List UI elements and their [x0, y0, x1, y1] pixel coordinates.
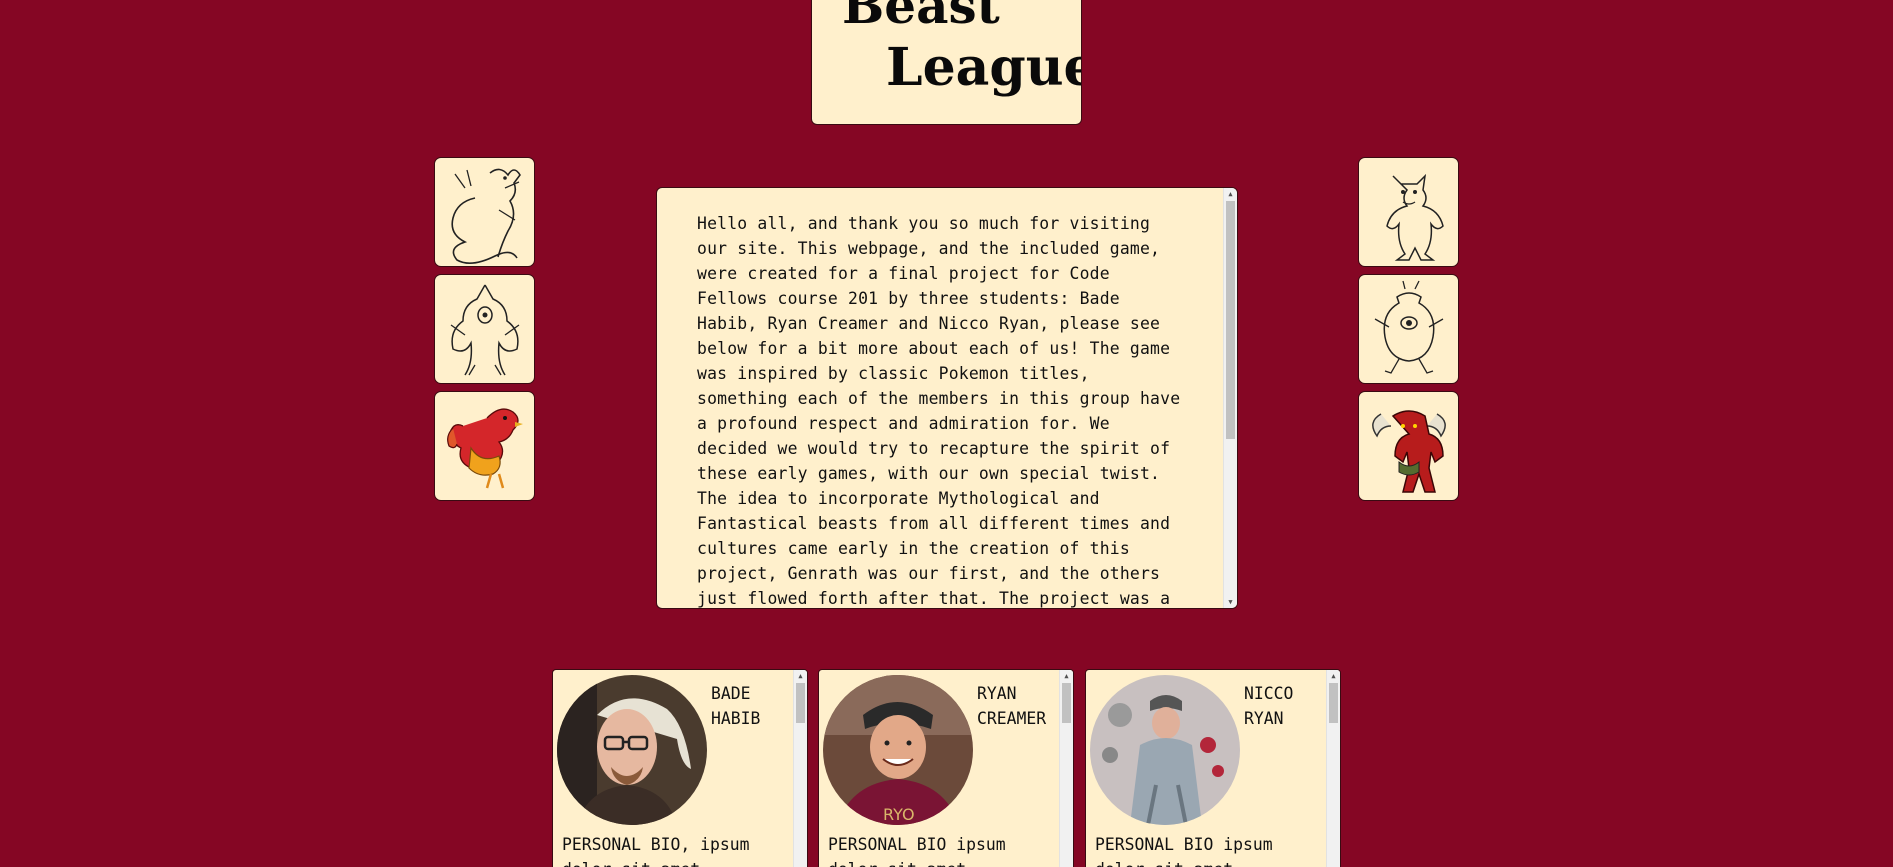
avatar-ryan-photo: RYO [823, 675, 973, 825]
beast-card-pot-creature[interactable] [1358, 274, 1459, 384]
avatar: RYO [823, 675, 973, 825]
beast-card-serpent[interactable] [434, 157, 535, 267]
member-last-name: CREAMER [977, 709, 1047, 728]
member-bio: PERSONAL BIO, ipsum dolor sit amet [562, 835, 750, 867]
member-name: NICCO RYAN [1244, 681, 1324, 731]
cyclops-beast-icon [450, 284, 520, 376]
bio-card-ryan[interactable]: RYO RYAN CREAMER PERSONAL BIO ipsum dolo… [818, 669, 1074, 867]
serpent-dragon-icon [451, 168, 521, 264]
beast-league-logo: Beast League [842, 0, 1082, 98]
member-bio: PERSONAL BIO ipsum dolor sit amet [828, 835, 1006, 867]
member-name: BADE HABIB [711, 681, 791, 731]
bio-scroll-thumb[interactable] [796, 683, 805, 723]
scroll-up-arrow-icon[interactable]: ▲ [794, 670, 807, 682]
intro-scrollbar[interactable]: ▲ ▼ [1223, 188, 1237, 608]
site-logo[interactable]: Beast League [811, 0, 1082, 125]
beast-card-demon[interactable] [1358, 391, 1459, 501]
avatar-nicco-photo [1090, 675, 1240, 825]
avatar [557, 675, 707, 825]
page: Beast League Hello all, and thank you so… [0, 0, 1893, 867]
bio-scrollbar[interactable]: ▲ [1326, 670, 1340, 867]
logo-line1: Beast [842, 0, 1000, 35]
red-rooster-dragon-icon [447, 408, 523, 489]
bio-card-nicco[interactable]: NICCO RYAN PERSONAL BIO ipsum dolor sit … [1085, 669, 1341, 867]
logo-line2: League [886, 37, 1082, 98]
bio-scroll-thumb[interactable] [1329, 683, 1338, 723]
red-horned-demon-icon [1372, 410, 1446, 493]
avatar-bade-photo [557, 675, 707, 825]
member-first-name: BADE [711, 684, 751, 703]
intro-scroll-thumb[interactable] [1226, 201, 1235, 439]
bio-scrollbar[interactable]: ▲ [793, 670, 807, 867]
avatar [1090, 675, 1240, 825]
scroll-down-arrow-icon[interactable]: ▼ [1224, 596, 1237, 608]
bio-card-bade[interactable]: BADE HABIB PERSONAL BIO, ipsum dolor sit… [552, 669, 808, 867]
svg-text:RYO: RYO [883, 805, 915, 824]
beast-card-cyclops[interactable] [434, 274, 535, 384]
one-eyed-pot-creature-icon [1374, 280, 1444, 374]
werewolf-icon [1386, 173, 1444, 261]
bio-scroll-thumb[interactable] [1062, 683, 1071, 723]
beast-card-werewolf[interactable] [1358, 157, 1459, 267]
bio-scrollbar[interactable]: ▲ [1059, 670, 1073, 867]
member-last-name: HABIB [711, 709, 761, 728]
member-bio: PERSONAL BIO ipsum dolor sit amet [1095, 835, 1273, 867]
beast-card-rooster[interactable] [434, 391, 535, 501]
member-last-name: RYAN [1244, 709, 1284, 728]
scroll-up-arrow-icon[interactable]: ▲ [1060, 670, 1073, 682]
scroll-up-arrow-icon[interactable]: ▲ [1224, 188, 1237, 200]
intro-text: Hello all, and thank you so much for vis… [697, 214, 1181, 608]
member-name: RYAN CREAMER [977, 681, 1057, 731]
intro-scroll-box[interactable]: Hello all, and thank you so much for vis… [656, 187, 1238, 609]
member-first-name: RYAN [977, 684, 1017, 703]
scroll-up-arrow-icon[interactable]: ▲ [1327, 670, 1340, 682]
member-first-name: NICCO [1244, 684, 1294, 703]
